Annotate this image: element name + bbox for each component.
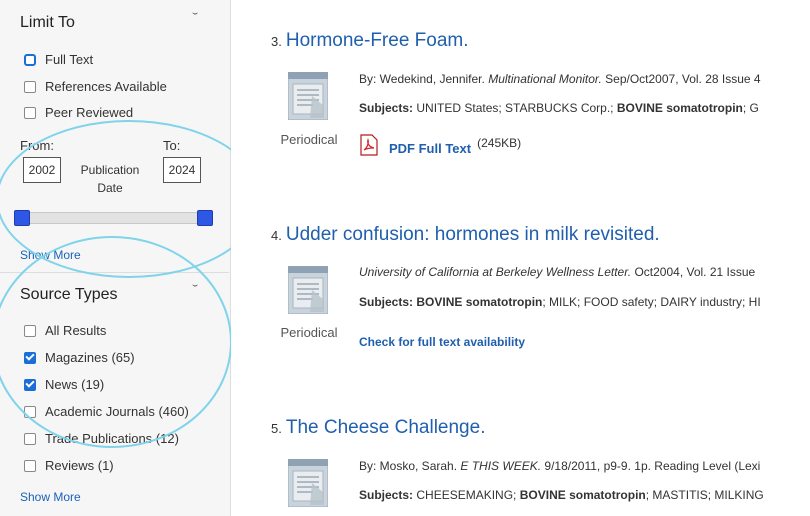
result-5-author: By: Mosko, Sarah. — [359, 459, 458, 473]
references-available-label[interactable]: References Available — [45, 79, 167, 94]
result-4-date: Oct2004, Vol. 21 Issue — [634, 265, 756, 279]
source-academic-journals[interactable]: Academic Journals (460) — [24, 404, 189, 419]
result-5-subject-b[interactable]: BOVINE somatotropin — [520, 488, 646, 502]
magazines-label[interactable]: Magazines (65) — [45, 350, 135, 365]
periodical-icon[interactable] — [288, 72, 328, 120]
limit-to-show-more-link[interactable]: Show More — [20, 248, 81, 262]
result-5-subject-c[interactable]: ; MASTITIS; MILKING — [646, 488, 764, 502]
subjects-label: Subjects: — [359, 295, 414, 309]
academic-journals-label[interactable]: Academic Journals (460) — [45, 404, 189, 419]
results-list: 3. Hormone-Free Foam. Periodical By: Wede… — [231, 0, 810, 516]
result-3-subject-c[interactable]: ; G — [743, 101, 759, 115]
result-3-title[interactable]: 3. Hormone-Free Foam. — [271, 30, 469, 52]
result-3-author: By: Wedekind, Jennifer. — [359, 72, 485, 86]
pdf-icon[interactable] — [359, 134, 379, 156]
result-5-subjects: Subjects: CHEESEMAKING; BOVINE somatotro… — [359, 488, 764, 502]
chevron-down-icon[interactable]: ˇ — [192, 282, 198, 297]
subjects-label: Subjects: — [359, 101, 414, 115]
academic-journals-checkbox[interactable] — [24, 405, 36, 418]
all-results-label[interactable]: All Results — [45, 323, 106, 338]
all-results-checkbox[interactable] — [24, 324, 36, 337]
result-5-title[interactable]: 5. The Cheese Challenge. — [271, 417, 485, 439]
limit-references-available[interactable]: References Available — [24, 79, 167, 94]
result-5-title-link[interactable]: The Cheese Challenge. — [286, 417, 486, 438]
trade-publications-checkbox[interactable] — [24, 432, 36, 445]
limit-to-heading[interactable]: Limit To — [20, 14, 75, 32]
result-5-subject-a[interactable]: CHEESEMAKING; — [416, 488, 516, 502]
result-3-number: 3. — [271, 34, 282, 49]
result-5-number: 5. — [271, 421, 282, 436]
result-3-subject-b[interactable]: BOVINE somatotropin — [617, 101, 743, 115]
result-3-source: Multinational Monitor. — [488, 72, 602, 86]
date-range-slider-track[interactable] — [20, 212, 210, 224]
periodical-icon[interactable] — [288, 266, 328, 314]
news-checkbox[interactable] — [24, 378, 36, 391]
full-text-checkbox[interactable] — [24, 53, 36, 66]
result-4-title-link[interactable]: Udder confusion: hormones in milk revisi… — [286, 224, 660, 245]
reviews-label[interactable]: Reviews (1) — [45, 458, 114, 473]
limit-full-text[interactable]: Full Text — [24, 52, 93, 67]
to-year-input[interactable]: 2024 — [163, 157, 201, 183]
result-4-type: Periodical — [280, 325, 338, 340]
date-slider-start-handle[interactable] — [14, 210, 30, 226]
full-text-label[interactable]: Full Text — [45, 52, 93, 67]
publication-date-label: Publication Date — [80, 163, 140, 195]
source-trade-publications[interactable]: Trade Publications (12) — [24, 431, 179, 446]
magazines-checkbox[interactable] — [24, 351, 36, 364]
result-5-date: 9/18/2011, p9-9. 1p. Reading Level (Lexi — [544, 459, 761, 473]
reviews-checkbox[interactable] — [24, 459, 36, 472]
pdf-full-text-link[interactable]: PDF Full Text — [389, 141, 471, 156]
result-3-subjects: Subjects: UNITED States; STARBUCKS Corp.… — [359, 101, 759, 115]
result-3-date: Sep/Oct2007, Vol. 28 Issue 4 — [605, 72, 761, 86]
result-3-subject-a[interactable]: UNITED States; STARBUCKS Corp.; — [416, 101, 613, 115]
pdf-size: (245KB) — [477, 136, 522, 150]
result-4-subject-b[interactable]: ; MILK; FOOD safety; DAIRY industry; HI — [542, 295, 760, 309]
result-5-meta: By: Mosko, Sarah. E THIS WEEK. 9/18/2011… — [359, 459, 760, 473]
source-reviews[interactable]: Reviews (1) — [24, 458, 114, 473]
source-types-show-more-link[interactable]: Show More — [20, 490, 81, 504]
result-4-subject-a[interactable]: BOVINE somatotropin — [416, 295, 542, 309]
peer-reviewed-label[interactable]: Peer Reviewed — [45, 105, 133, 120]
trade-publications-label[interactable]: Trade Publications (12) — [45, 431, 179, 446]
check-full-text-link[interactable]: Check for full text availability — [359, 335, 525, 349]
news-label[interactable]: News (19) — [45, 377, 104, 392]
result-3-title-link[interactable]: Hormone-Free Foam. — [286, 30, 469, 51]
source-magazines[interactable]: Magazines (65) — [24, 350, 135, 365]
from-year-input[interactable]: 2002 — [23, 157, 61, 183]
result-4-number: 4. — [271, 228, 282, 243]
result-5-source: E THIS WEEK. — [460, 459, 542, 473]
filter-sidebar: Limit To ˇ Full Text References Availabl… — [0, 0, 231, 516]
result-3-meta: By: Wedekind, Jennifer. Multinational Mo… — [359, 72, 761, 86]
to-label: To: — [163, 138, 181, 153]
source-all-results[interactable]: All Results — [24, 323, 106, 338]
section-divider — [0, 272, 229, 273]
result-4-title[interactable]: 4. Udder confusion: hormones in milk revi… — [271, 224, 660, 246]
source-news[interactable]: News (19) — [24, 377, 104, 392]
subjects-label: Subjects: — [359, 488, 414, 502]
result-4-subjects: Subjects: BOVINE somatotropin; MILK; FOO… — [359, 295, 761, 309]
limit-peer-reviewed[interactable]: Peer Reviewed — [24, 105, 133, 120]
source-types-heading[interactable]: Source Types — [20, 286, 118, 304]
chevron-down-icon[interactable]: ˇ — [192, 10, 198, 25]
result-4-meta: University of California at Berkeley Wel… — [359, 265, 755, 279]
result-3-pdf-full-text[interactable]: PDF Full Text (245KB) — [359, 134, 521, 156]
result-3-type: Periodical — [280, 132, 338, 147]
result-4-source: University of California at Berkeley Wel… — [359, 265, 632, 279]
from-label: From: — [20, 138, 54, 153]
date-slider-end-handle[interactable] — [197, 210, 213, 226]
references-available-checkbox[interactable] — [24, 80, 36, 93]
peer-reviewed-checkbox[interactable] — [24, 106, 36, 119]
periodical-icon[interactable] — [288, 459, 328, 507]
